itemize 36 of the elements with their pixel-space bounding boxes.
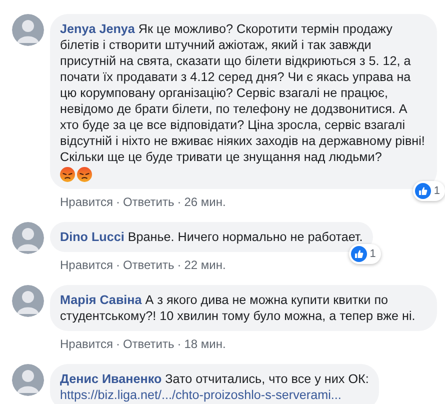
thumbs-up-icon — [414, 183, 431, 199]
reply-link[interactable]: Ответить — [122, 256, 174, 274]
comment-time: 22 мин. — [184, 257, 226, 274]
separator-dot: · — [177, 336, 182, 353]
avatar-icon — [12, 285, 44, 317]
thumbs-up-icon — [350, 246, 367, 262]
separator-dot: · — [177, 194, 182, 211]
comment-author[interactable]: Jenya Jenya — [60, 22, 135, 36]
like-count-badge[interactable]: 1 — [348, 244, 381, 264]
like-count-badge[interactable]: 1 — [412, 181, 445, 201]
comment-author[interactable]: Dino Lucci — [60, 230, 124, 244]
separator-dot: · — [116, 257, 120, 274]
comment-text: Dino Lucci Вранье. Ничего нормально не работает. — [60, 229, 363, 245]
angry-face-icon — [77, 167, 92, 182]
like-count: 1 — [370, 248, 376, 260]
comment-author[interactable]: Денис Иваненко — [60, 372, 162, 386]
avatar-icon — [12, 364, 44, 396]
separator-dot: · — [116, 194, 120, 211]
avatar-icon — [12, 222, 44, 254]
reply-link[interactable]: Ответить — [122, 193, 174, 211]
avatar-icon — [12, 14, 44, 46]
separator-dot: · — [116, 336, 120, 353]
comment-text: Марія Савіна А з якого дива не можна купити квитки по студентському?! 10 хвилин тому було можна, а тепер вже ні. — [60, 292, 416, 324]
comment-link[interactable]: https://biz.liga.net/.../chto-proizoshlo-s-serverami... — [60, 387, 369, 403]
comment-author[interactable]: Марія Савіна — [60, 293, 142, 307]
angry-face-icon — [60, 167, 75, 182]
like-link[interactable]: Нравится — [60, 256, 113, 274]
like-link[interactable]: Нравится — [60, 335, 113, 353]
comment-text: Денис Иваненко Зато отчитались, что все у них ОК: — [60, 371, 369, 387]
like-count: 1 — [434, 186, 440, 196]
like-link[interactable]: Нравится — [60, 193, 113, 211]
comment-time: 18 мин. — [184, 336, 226, 353]
separator-dot: · — [177, 257, 182, 274]
comment-text: Jenya Jenya Як це можливо? Скоротити термін продажу білетів і створити штучний ажіотаж, який і так завжди присутній на свята, сказати що білети відкриються з 5. 12, а почати їх продавати з 4.12 серед дня? Чи є якась управа на цю корумповану організацію? Сервіс взагалі не працює, невідомо де брати білети, по телефону не додзвонитися. А хто буде за це все відповідати? Ціна зросла, сервіс взагалі відсутній і ніхто не вживає ніяких заходів на державному рівні! Скільки ще це буде тривати це знущання над людьми? — [60, 21, 426, 165]
comment-time: 26 мин. — [184, 194, 226, 211]
reply-link[interactable]: Ответить — [122, 335, 174, 353]
